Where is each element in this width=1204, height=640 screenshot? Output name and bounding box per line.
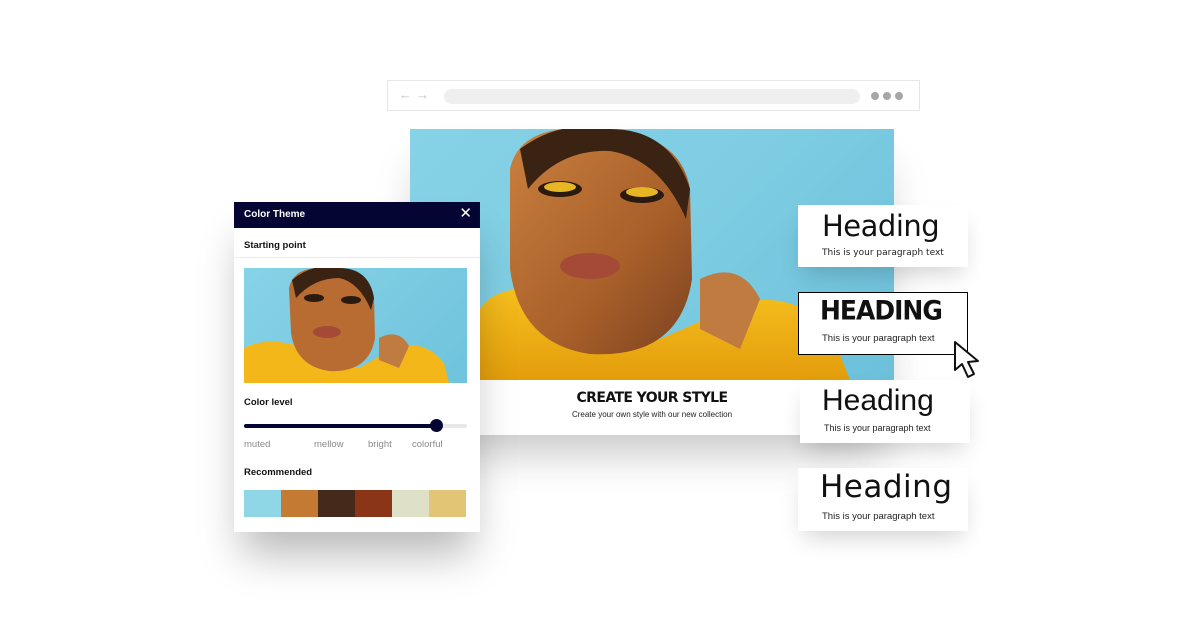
slider-fill [244,424,436,428]
panel-title: Color Theme [244,209,306,220]
panel-header: Color Theme ✕ [234,202,480,228]
color-level-slider[interactable] [244,419,467,432]
woman-thumbnail [244,268,449,383]
color-swatch-3[interactable] [318,490,355,517]
more-dots-icon[interactable] [871,92,903,100]
browser-toolbar: ← → [387,80,920,111]
divider [234,257,480,258]
recommended-palette[interactable] [244,490,466,517]
color-swatch-5[interactable] [392,490,429,517]
arrow-left-icon[interactable]: ← [399,88,412,102]
recommended-label: Recommended [244,467,313,478]
color-swatch-2[interactable] [281,490,318,517]
typography-option-4[interactable]: Heading This is your paragraph text [798,468,968,531]
option-paragraph: This is your paragraph text [822,333,935,344]
typography-option-2-selected[interactable]: HEADING This is your paragraph text [798,292,968,355]
option-heading: Heading [822,209,940,243]
option-paragraph: This is your paragraph text [822,248,944,258]
slider-stop-bright[interactable]: bright [368,439,392,450]
mouse-pointer-icon [954,341,979,378]
address-bar[interactable] [444,89,860,104]
arrow-right-icon[interactable]: → [416,88,429,102]
color-level-label: Color level [244,397,293,408]
option-heading: HEADING [820,294,943,327]
starting-point-label: Starting point [244,240,306,251]
color-swatch-6[interactable] [429,490,466,517]
color-swatch-4[interactable] [355,490,392,517]
option-heading: Heading [822,384,934,417]
typography-option-1[interactable]: Heading This is your paragraph text [798,205,968,267]
color-swatch-1[interactable] [244,490,281,517]
slider-stop-muted[interactable]: muted [244,439,270,450]
starting-point-image[interactable] [244,268,467,383]
option-heading: Heading [820,469,953,505]
close-icon[interactable]: ✕ [459,206,472,222]
color-theme-panel: Color Theme ✕ Starting point Color level… [234,202,480,532]
slider-stop-colorful[interactable]: colorful [412,439,443,450]
slider-stop-mellow[interactable]: mellow [314,439,344,450]
option-paragraph: This is your paragraph text [824,423,931,433]
typography-option-3[interactable]: Heading This is your paragraph text [800,380,970,443]
option-paragraph: This is your paragraph text [822,511,935,522]
slider-handle[interactable] [429,419,443,432]
